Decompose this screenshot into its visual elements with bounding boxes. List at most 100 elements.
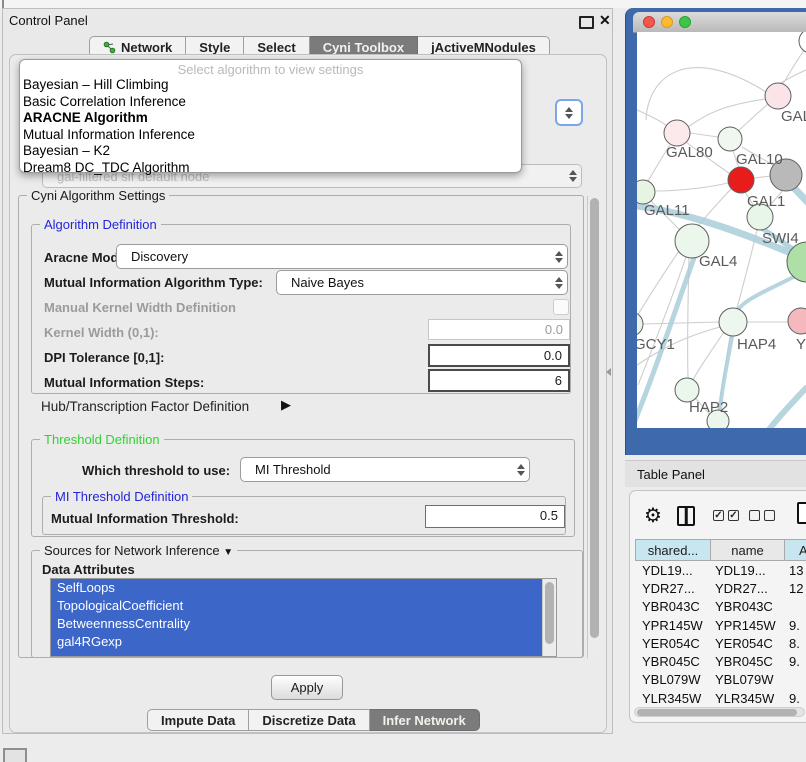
network-canvas[interactable]: GAL GAL80 GAL10 GAL1 GAL11 SWI4 GAL4 GCY… [637,32,806,428]
algorithm-option[interactable]: Mutual Information Inference [20,127,521,144]
table-row[interactable]: YBR043CYBR043C [635,598,806,616]
attribute-item-selected[interactable]: BetweennessCentrality [51,615,542,633]
algorithm-option[interactable]: Basic Correlation Inference [20,94,521,111]
deselect-all-checkbox-icon[interactable] [764,510,775,521]
mi-threshold-input[interactable]: 0.5 [425,505,565,528]
table-row[interactable]: YBL079WYBL079W [635,671,806,689]
node-pink[interactable] [788,308,806,334]
attribute-item-selected[interactable]: SelfLoops [51,579,542,597]
tab-cyni-toolbox-label: Cyni Toolbox [323,40,404,55]
table-panel-title: Table Panel [637,467,705,482]
expand-arrow-icon[interactable]: ▶ [281,397,291,413]
column-header-label: name [731,543,764,558]
combo-spinner-icon [565,170,581,182]
table-row[interactable]: YBR045CYBR045C9. [635,652,806,670]
attribute-item-selected[interactable]: gal4RGexp [51,633,542,651]
which-threshold-combo[interactable]: MI Threshold [240,457,530,482]
tab-infer-network[interactable]: Infer Network [370,709,480,731]
algorithm-option[interactable]: Dream8 DC_TDC Algorithm [20,160,521,177]
node-gal11[interactable] [637,180,655,204]
list-scroll-thumb[interactable] [545,582,554,644]
spinner-up-icon [565,107,573,112]
cell: 13 [784,563,806,578]
algorithm-option[interactable]: Bayesian – K2 [20,143,521,160]
cell: YBR043C [635,599,710,614]
node[interactable] [799,32,806,53]
network-teal-edges [637,186,806,428]
settings-scroll-thumb[interactable] [590,198,599,638]
mi-type-value: Naive Bayes [277,275,551,290]
minimize-traffic-light[interactable] [661,16,673,28]
table-row[interactable]: YPR145WYPR145W9. [635,616,806,634]
node-label: Y [796,336,806,353]
table-horizontal-scrollbar[interactable] [634,707,805,717]
node-gcy1[interactable] [637,312,643,336]
algorithm-combo-spinner[interactable] [555,99,583,126]
node-gal[interactable] [765,83,791,109]
panel-collapse-handle[interactable] [606,368,611,376]
cell: YPR145W [635,618,710,633]
node-gal80[interactable] [664,120,690,146]
column-header-label: shared... [648,543,699,558]
network-graph: GAL GAL80 GAL10 GAL1 GAL11 SWI4 GAL4 GCY… [637,32,806,428]
bottom-tabs: Impute Data Discretize Data Infer Networ… [147,709,480,731]
tab-discretize-data[interactable]: Discretize Data [249,709,369,731]
aracne-mode-combo[interactable]: Discovery [116,244,568,269]
apply-button[interactable]: Apply [271,675,343,700]
algorithm-option[interactable]: Bayesian – Hill Climbing [20,77,521,94]
algorithm-definition-group: Algorithm Definition Aracne Mode: Discov… [31,224,571,394]
cell: YBR043C [710,599,784,614]
mi-type-combo[interactable]: Naive Bayes [276,270,568,295]
list-vertical-scrollbar[interactable] [542,579,556,656]
column-header-label: A [799,543,806,558]
table-panel-titlebar: Table Panel [625,460,806,487]
settings-vertical-scrollbar[interactable] [587,196,601,658]
table-hscroll-thumb[interactable] [637,709,797,716]
tab-style-label: Style [199,40,230,55]
node-label: GAL1 [747,193,785,210]
attribute-item-selected[interactable]: TopologicalCoefficient [51,597,542,615]
zoom-traffic-light[interactable] [679,16,691,28]
tab-jactivemnodules-label: jActiveMNodules [431,40,536,55]
close-icon[interactable]: ✕ [599,12,611,29]
threshold-definition-title: Threshold Definition [40,432,164,447]
dpi-tolerance-input[interactable]: 0.0 [428,344,570,367]
node-gal1[interactable] [728,167,754,193]
table-row[interactable]: YDL19...YDL19...13 [635,561,806,579]
collapse-triangle-icon[interactable]: ▼ [223,547,233,558]
dpi-tolerance-label: DPI Tolerance [0,1]: [44,350,164,365]
table-row[interactable]: YDR27...YDR27...12 [635,579,806,597]
combo-spinner-icon [513,464,529,476]
select-all-checkbox-icon[interactable]: ✓ [728,510,739,521]
column-view-icon[interactable] [677,506,695,526]
network-window-titlebar[interactable] [633,12,806,33]
node-label: GAL10 [736,151,783,168]
dock-panel-icon[interactable] [3,748,27,762]
gear-icon[interactable]: ⚙ [644,503,662,528]
column-header-name[interactable]: name [710,539,784,561]
data-attributes-label: Data Attributes [42,562,135,577]
aracne-mode-value: Discovery [117,249,551,264]
kernel-width-input[interactable]: 0.0 [428,319,570,340]
column-header-partial[interactable]: A [784,539,806,561]
cell: YBR045C [710,654,784,669]
table-row[interactable]: YER054CYER054C8. [635,634,806,652]
combo-spinner-icon [551,277,567,289]
mi-steps-input[interactable]: 6 [428,369,570,392]
algorithm-option-selected[interactable]: ARACNE Algorithm [20,110,521,127]
node-gal10[interactable] [718,127,742,151]
table-row[interactable]: YLR345WYLR345W9. [635,689,806,707]
float-window-icon[interactable] [579,16,594,29]
attribute-item-selected[interactable] [51,651,542,657]
node-hap4[interactable] [719,308,747,336]
column-header-shared-name[interactable]: shared... [635,539,710,561]
cell: 9. [784,618,806,633]
select-all-checkbox-icon[interactable]: ✓ [713,510,724,521]
close-traffic-light[interactable] [643,16,655,28]
new-table-icon[interactable] [797,502,806,524]
manual-kernel-checkbox[interactable] [553,299,569,315]
deselect-all-checkbox-icon[interactable] [749,510,760,521]
network-icon [103,41,116,54]
node-label: GAL80 [666,144,713,161]
tab-impute-data[interactable]: Impute Data [147,709,249,731]
